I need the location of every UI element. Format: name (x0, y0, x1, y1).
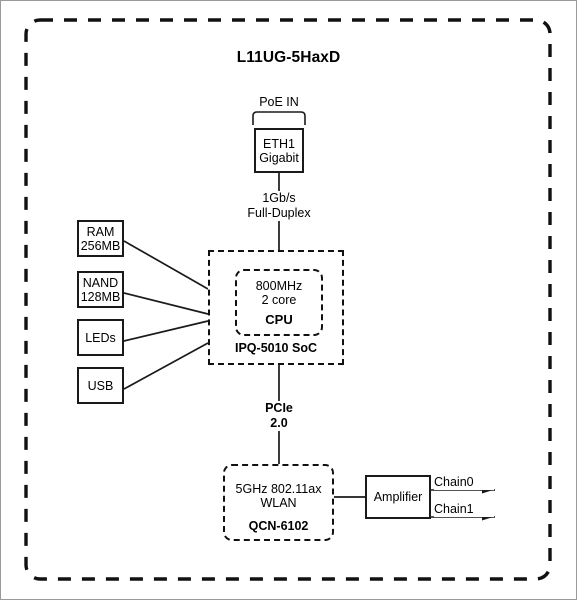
ram-block[interactable]: RAM 256MB (77, 220, 124, 257)
amplifier-label: Amplifier (373, 490, 423, 504)
block-diagram-page: L11UG-5HaxD PoE IN ETH1 Gigabit 1Gb/s Fu… (0, 0, 577, 600)
nand-label-line2: 128MB (80, 289, 121, 304)
leds-label: LEDs (85, 330, 116, 345)
poe-in-label: PoE IN (239, 95, 319, 110)
eth-link-line1: 1Gb/s (262, 191, 296, 205)
wlan-label: WLAN (260, 496, 297, 510)
nand-block[interactable]: NAND 128MB (77, 271, 124, 308)
wlan-block[interactable]: 5GHz 802.11ax WLAN QCN-6102 (223, 464, 334, 541)
amplifier-block[interactable]: Amplifier (365, 475, 431, 519)
eth1-label-line2: Gigabit (259, 150, 299, 165)
eth1-label-line1: ETH1 (263, 136, 295, 151)
page-title: L11UG-5HaxD (236, 49, 341, 66)
nand-label-line1: NAND (82, 275, 119, 290)
eth1-port-block[interactable]: ETH1 Gigabit (254, 128, 304, 173)
ram-label-line1: RAM (86, 224, 115, 239)
eth-link-label: 1Gb/s Full-Duplex (229, 191, 329, 221)
chain0-label: Chain0 (434, 475, 494, 490)
pcie-link-label: PCIe 2.0 (249, 401, 309, 431)
chain1-label: Chain1 (434, 502, 494, 517)
eth-link-line2: Full-Duplex (247, 205, 311, 220)
leds-to-soc-line (123, 320, 209, 342)
nand-to-soc-line (123, 292, 209, 315)
cpu-cores-label: 2 core (261, 292, 297, 307)
cpu-freq-label: 800MHz (255, 278, 303, 293)
soc-block[interactable]: 800MHz 2 core CPU IPQ-5010 SoC (208, 250, 344, 365)
cpu-name-label: CPU (265, 311, 293, 327)
soc-name-label: IPQ-5010 SoC (235, 341, 317, 355)
wlan-chip-name-label: QCN-6102 (248, 519, 309, 533)
usb-label: USB (87, 378, 114, 393)
usb-to-soc-line (123, 342, 209, 390)
cpu-block[interactable]: 800MHz 2 core CPU (235, 269, 323, 336)
pcie-label-line2: 2.0 (270, 415, 288, 430)
ram-label-line2: 256MB (80, 238, 121, 253)
poe-bracket (252, 111, 306, 125)
usb-block[interactable]: USB (77, 367, 124, 404)
wlan-radio-label: 5GHz 802.11ax (235, 482, 322, 496)
pcie-label-line1: PCIe (265, 401, 293, 415)
ram-to-soc-line (123, 240, 209, 290)
leds-block[interactable]: LEDs (77, 319, 124, 356)
